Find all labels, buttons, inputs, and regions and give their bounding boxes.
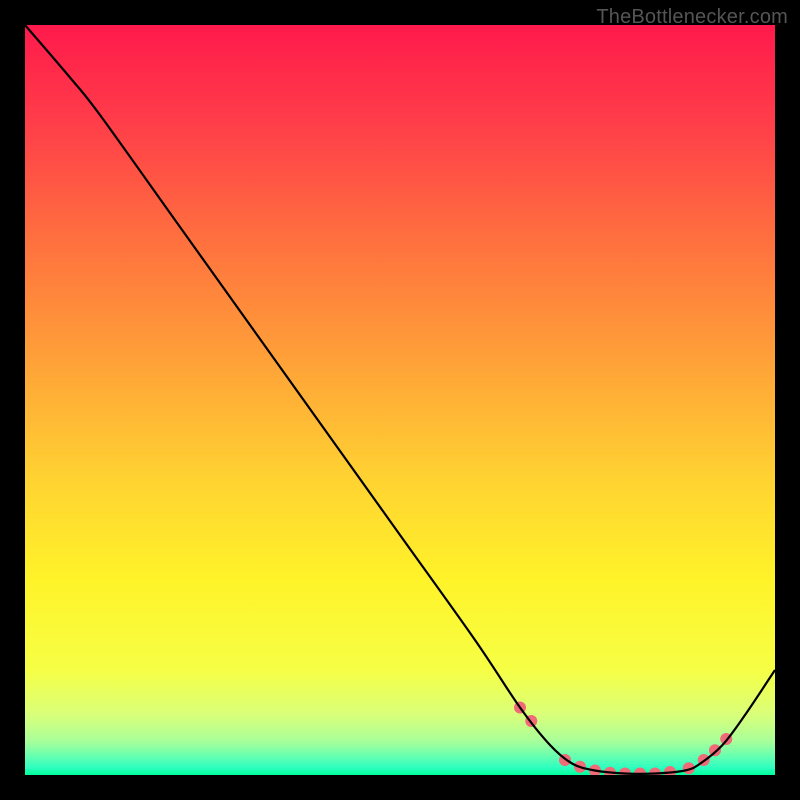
gradient-background xyxy=(25,25,775,775)
chart-svg xyxy=(25,25,775,775)
plot-area xyxy=(25,25,775,775)
chart-stage: TheBottlenecker.com xyxy=(0,0,800,800)
watermark-text: TheBottlenecker.com xyxy=(596,6,788,29)
